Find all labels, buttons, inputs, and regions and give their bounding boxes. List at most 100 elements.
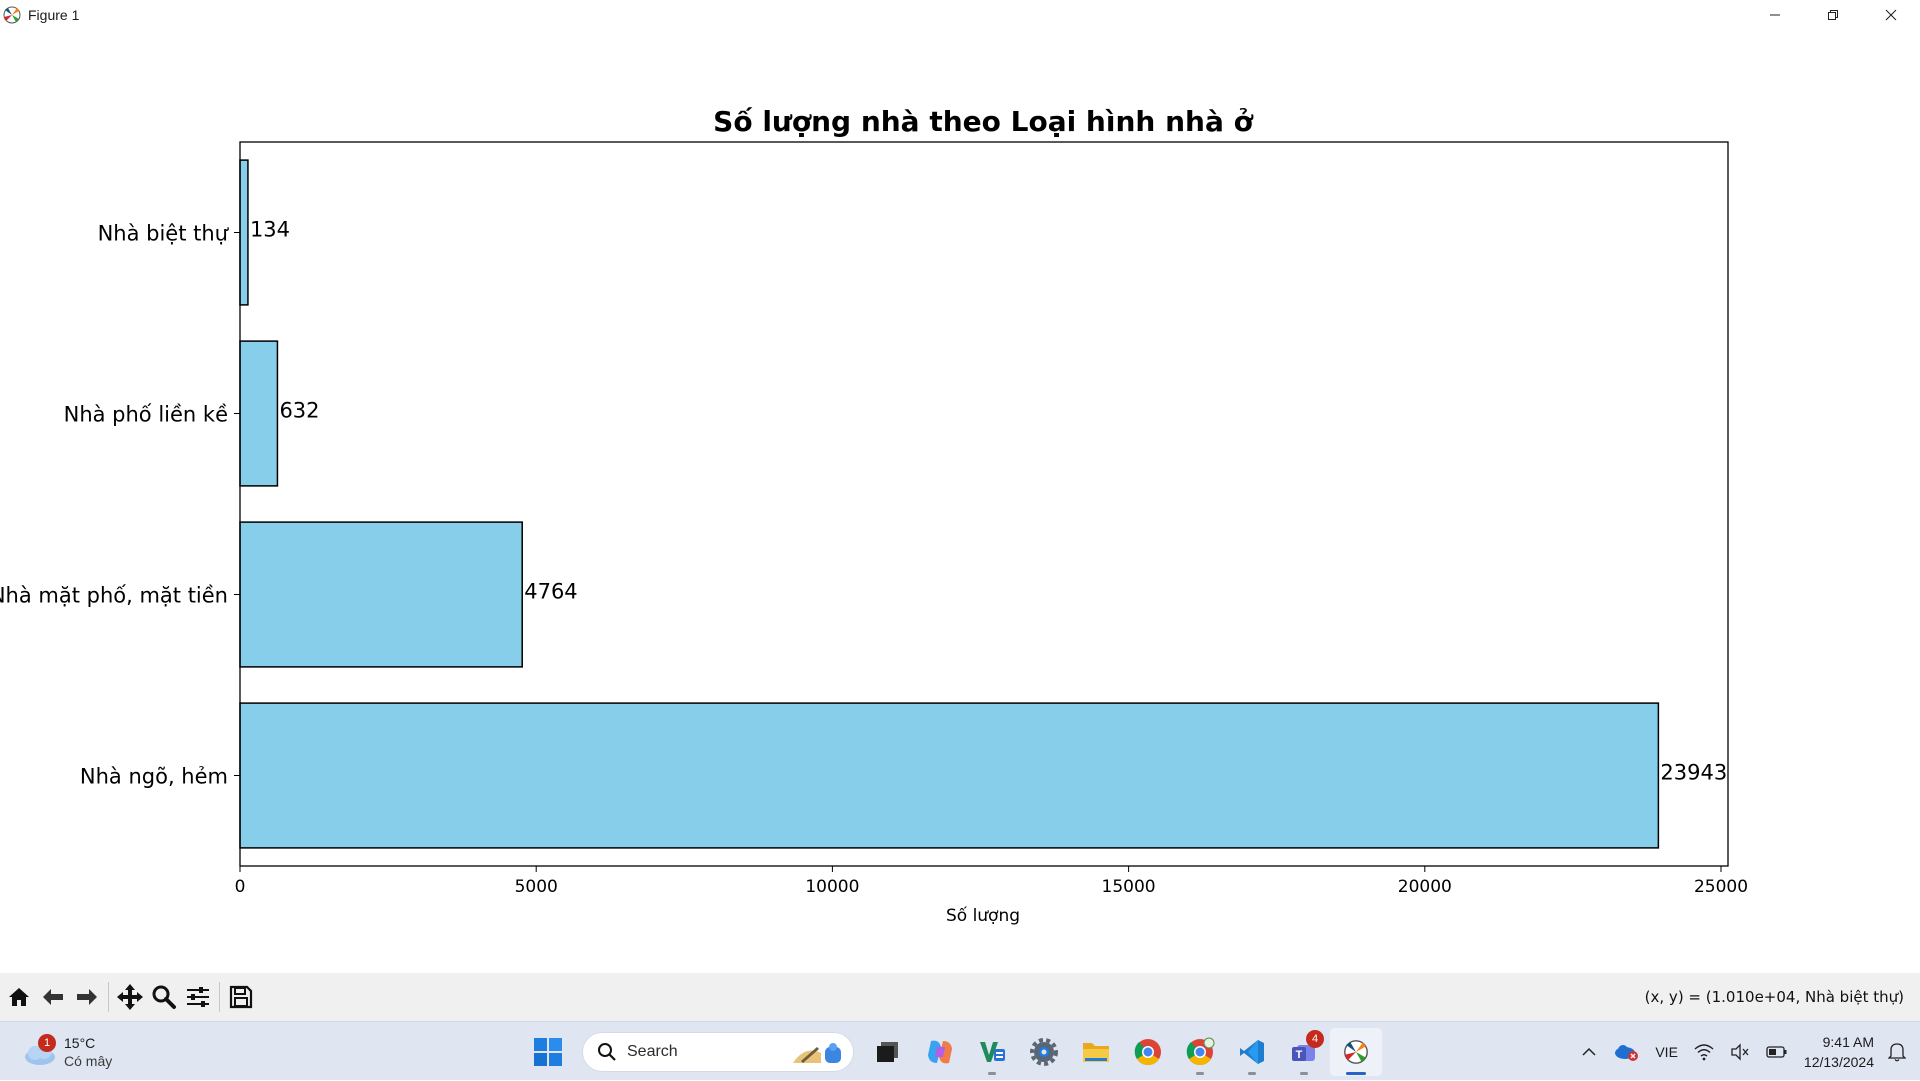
x-tick-label: 20000 — [1398, 877, 1452, 897]
weather-temp: 15°C — [64, 1035, 96, 1051]
toolbar-separator — [108, 982, 109, 1012]
configure-subplots-icon — [187, 987, 209, 1007]
configure-subplots-button[interactable] — [181, 980, 215, 1014]
search-icon — [598, 1043, 616, 1061]
y-axis: Nhà ngõ, hẻm Nhà mặt phố, mặt tiền Nhà phố… — [0, 222, 240, 789]
chrome-icon — [1134, 1039, 1161, 1066]
chrome-profile-icon — [1186, 1037, 1215, 1066]
figure-canvas[interactable]: Số lượng nhà theo Loại hình nhà ở 23943 4… — [0, 29, 1920, 973]
minimize-button[interactable] — [1746, 0, 1804, 29]
close-button[interactable] — [1862, 0, 1920, 29]
clock-time: 9:41 AM — [1822, 1033, 1874, 1050]
teams-badge: 4 — [1306, 1030, 1324, 1048]
matplotlib-icon — [2, 5, 22, 25]
pan-button[interactable] — [113, 980, 147, 1014]
window-titlebar: Figure 1 — [0, 0, 1920, 29]
task-view-button[interactable] — [862, 1028, 914, 1076]
bar-value-label: 4764 — [524, 580, 577, 604]
vscode-icon — [1240, 1040, 1264, 1064]
onedrive-error-icon — [1615, 1044, 1639, 1061]
home-icon — [9, 988, 29, 1006]
file-explorer-button[interactable] — [1070, 1028, 1122, 1076]
running-indicator — [1196, 1072, 1204, 1075]
network-button[interactable] — [1686, 1022, 1722, 1081]
x-tick-label: 25000 — [1694, 877, 1748, 897]
x-axis: 0 5000 10000 15000 20000 25000 — [235, 866, 1748, 897]
x-tick-label: 15000 — [1102, 877, 1156, 897]
clock-date: 12/13/2024 — [1803, 1053, 1874, 1070]
search-placeholder: Search — [627, 1043, 678, 1060]
teams-button[interactable]: T 4 — [1278, 1028, 1330, 1076]
bar-value-label: 632 — [279, 399, 319, 423]
save-icon — [229, 985, 253, 1009]
matplotlib-taskbar-icon — [1344, 1040, 1368, 1064]
taskbar-search[interactable]: Search — [582, 1032, 854, 1072]
forward-icon — [77, 989, 97, 1005]
bar-value-label: 23943 — [1660, 761, 1727, 785]
zoom-icon — [152, 985, 176, 1009]
chrome-button[interactable] — [1122, 1028, 1174, 1076]
bar — [239, 340, 279, 487]
volume-muted-icon — [1731, 1042, 1749, 1061]
close-icon — [1885, 9, 1897, 20]
vscode-button[interactable] — [1226, 1028, 1278, 1076]
zoom-button[interactable] — [147, 980, 181, 1014]
file-explorer-icon — [1083, 1043, 1109, 1062]
battery-button[interactable] — [1758, 1022, 1796, 1081]
restore-icon — [1828, 9, 1838, 20]
back-button[interactable] — [36, 980, 70, 1014]
y-tick-label: Nhà mặt phố, mặt tiền — [0, 584, 228, 608]
windows-taskbar: 1 15°C Có mây Search T 4 VIE 9:41 AM 12/… — [0, 1021, 1920, 1080]
matplotlib-toolbar: (x, y) = (1.010e+04, Nhà biệt thự) — [0, 973, 1920, 1021]
copilot-button[interactable] — [914, 1028, 966, 1076]
forward-button[interactable] — [70, 980, 104, 1014]
pan-icon — [117, 984, 143, 1010]
notifications-button[interactable] — [1880, 1022, 1920, 1081]
weather-condition: Có mây — [64, 1053, 113, 1069]
chevron-up-icon — [1582, 1047, 1596, 1056]
window-title: Figure 1 — [28, 6, 80, 23]
weather-badge: 1 — [38, 1034, 56, 1052]
back-icon — [43, 989, 63, 1005]
toolbar-separator — [219, 982, 220, 1012]
onedrive-button[interactable] — [1605, 1022, 1647, 1081]
bar — [239, 159, 249, 306]
bar-value-label: 134 — [250, 218, 290, 242]
vs-app-button[interactable] — [966, 1028, 1018, 1076]
chart-title: Số lượng nhà theo Loại hình nhà ở — [713, 105, 1253, 138]
bars-layer: 23943 4764 632 134 — [239, 159, 1727, 849]
x-axis-label: Số lượng — [946, 905, 1020, 926]
language-indicator[interactable]: VIE — [1647, 1022, 1686, 1081]
vs-app-icon — [980, 1042, 1005, 1062]
copilot-icon — [928, 1040, 952, 1064]
wifi-icon — [1694, 1043, 1714, 1060]
active-indicator — [1346, 1072, 1366, 1075]
save-button[interactable] — [224, 980, 258, 1014]
restore-button[interactable] — [1804, 0, 1862, 29]
matplotlib-taskbar-button[interactable] — [1330, 1028, 1382, 1076]
language-label: VIE — [1655, 1043, 1678, 1060]
clock[interactable]: 9:41 AM 12/13/2024 — [1796, 1022, 1880, 1081]
home-button[interactable] — [2, 980, 36, 1014]
task-view-icon — [877, 1042, 898, 1062]
chrome-profile-button[interactable] — [1174, 1028, 1226, 1076]
battery-icon — [1766, 1045, 1787, 1058]
search-highlight-icon — [793, 1043, 841, 1063]
y-tick-label: Nhà ngõ, hẻm — [80, 765, 228, 789]
y-tick-label: Nhà phố liền kề — [64, 403, 228, 427]
weather-widget[interactable]: 1 15°C Có mây — [20, 1030, 112, 1074]
show-hidden-icons-button[interactable] — [1573, 1022, 1605, 1081]
y-tick-label: Nhà biệt thự — [98, 222, 230, 246]
running-indicator — [1248, 1072, 1256, 1075]
x-tick-label: 5000 — [515, 877, 558, 897]
start-icon — [534, 1038, 562, 1066]
taskbar-apps: Search T 4 — [522, 1028, 1382, 1076]
volume-button[interactable] — [1722, 1022, 1758, 1081]
start-button[interactable] — [522, 1028, 574, 1076]
bar — [239, 702, 1660, 849]
settings-button[interactable] — [1018, 1028, 1070, 1076]
bar — [239, 521, 523, 668]
running-indicator — [988, 1072, 996, 1075]
x-tick-label: 10000 — [805, 877, 859, 897]
minimize-icon — [1770, 14, 1780, 15]
